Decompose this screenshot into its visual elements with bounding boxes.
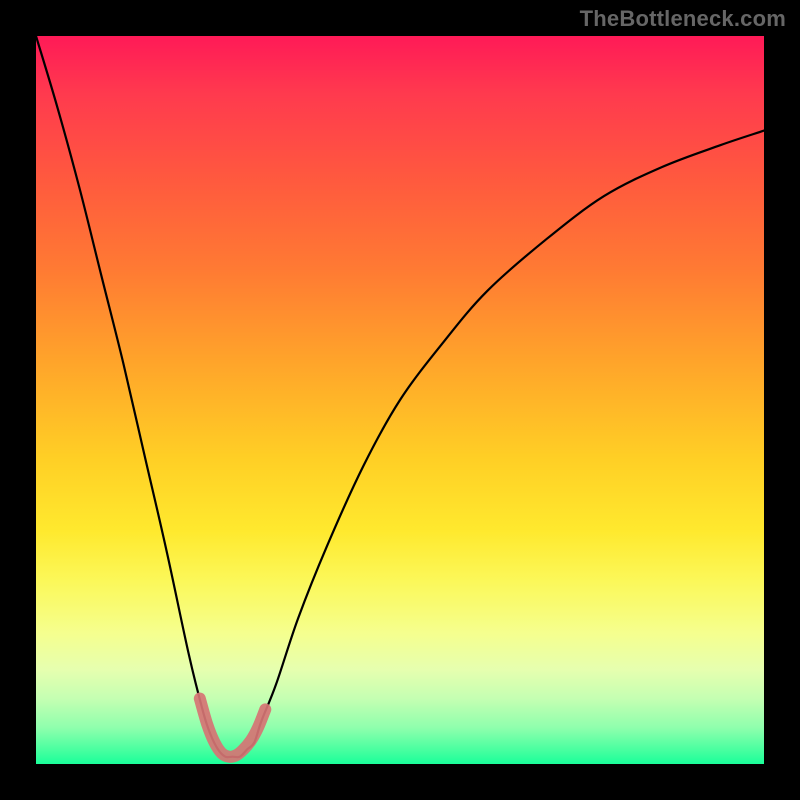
outer-frame: TheBottleneck.com (0, 0, 800, 800)
bottleneck-curve (36, 36, 764, 757)
gradient-plot-area (36, 36, 764, 764)
curve-layer (36, 36, 764, 764)
watermark-text: TheBottleneck.com (580, 6, 786, 32)
optimal-zone-highlight (200, 699, 265, 757)
